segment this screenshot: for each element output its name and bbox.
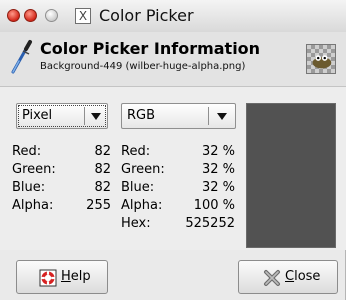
- pixel-red-value: 82: [94, 144, 111, 159]
- rgb-values-list: Red: 32 % Green: 32 % Blue: 32 % Alpha: …: [121, 143, 236, 233]
- rgb-row-red: Red: 32 %: [121, 143, 236, 161]
- close-x-icon: [264, 270, 280, 286]
- pixel-green-value: 82: [94, 162, 111, 177]
- help-button-label: Help: [61, 269, 91, 284]
- rgb-mode-label: RGB: [127, 108, 156, 123]
- header-title: Color Picker Information: [40, 39, 261, 58]
- rgb-row-alpha: Alpha: 100 %: [121, 197, 236, 215]
- rgb-red-value: 32 %: [201, 144, 235, 159]
- x11-app-icon: X: [75, 8, 91, 24]
- pixel-blue-value: 82: [94, 180, 111, 195]
- rgb-row-hex: Hex: 525252: [121, 215, 236, 233]
- close-button-label: Close: [285, 269, 321, 284]
- color-swatch: [246, 103, 336, 248]
- rgb-mode-combo[interactable]: RGB: [121, 103, 236, 129]
- pixel-row-alpha: Alpha: 255: [12, 197, 112, 215]
- dialog-header: Color Picker Information Background-449 …: [0, 32, 346, 87]
- pixel-mode-combo[interactable]: Pixel: [16, 103, 108, 129]
- pixel-row-green: Green: 82: [12, 161, 112, 179]
- pixel-values-list: Red: 82 Green: 82 Blue: 82 Alpha: 255: [12, 143, 112, 215]
- color-picker-icon: [11, 40, 32, 74]
- pixel-alpha-value: 255: [86, 198, 111, 213]
- rgb-row-green: Green: 32 %: [121, 161, 236, 179]
- zoom-window-button[interactable]: [45, 9, 58, 22]
- help-button[interactable]: Help: [16, 260, 108, 294]
- lifebuoy-icon: [39, 269, 57, 287]
- chevron-down-icon[interactable]: [217, 113, 227, 120]
- rgb-blue-value: 32 %: [201, 180, 235, 195]
- combo-separator: [84, 107, 85, 125]
- picker-panel: Pixel RGB Red: 82 Green: 82 Blue: 82 Alp…: [0, 87, 346, 250]
- close-window-button[interactable]: [7, 9, 20, 22]
- pixel-row-blue: Blue: 82: [12, 179, 112, 197]
- color-picker-window: X Color Picker Color Picker Information …: [0, 0, 346, 300]
- image-thumbnail: [306, 44, 336, 74]
- rgb-row-blue: Blue: 32 %: [121, 179, 236, 197]
- wilber-thumbnail-icon: [312, 55, 332, 69]
- chevron-down-icon[interactable]: [91, 113, 101, 120]
- close-button[interactable]: Close: [238, 260, 338, 294]
- pixel-mode-label: Pixel: [22, 108, 53, 123]
- window-title: Color Picker: [99, 6, 194, 25]
- combo-separator: [208, 107, 209, 125]
- title-bar[interactable]: X Color Picker: [0, 0, 346, 33]
- pixel-row-red: Red: 82: [12, 143, 112, 161]
- header-subtitle: Background-449 (wilber-huge-alpha.png): [40, 61, 246, 72]
- rgb-hex-value: 525252: [185, 216, 235, 231]
- rgb-alpha-value: 100 %: [193, 198, 235, 213]
- rgb-green-value: 32 %: [201, 162, 235, 177]
- minimize-window-button[interactable]: [24, 9, 37, 22]
